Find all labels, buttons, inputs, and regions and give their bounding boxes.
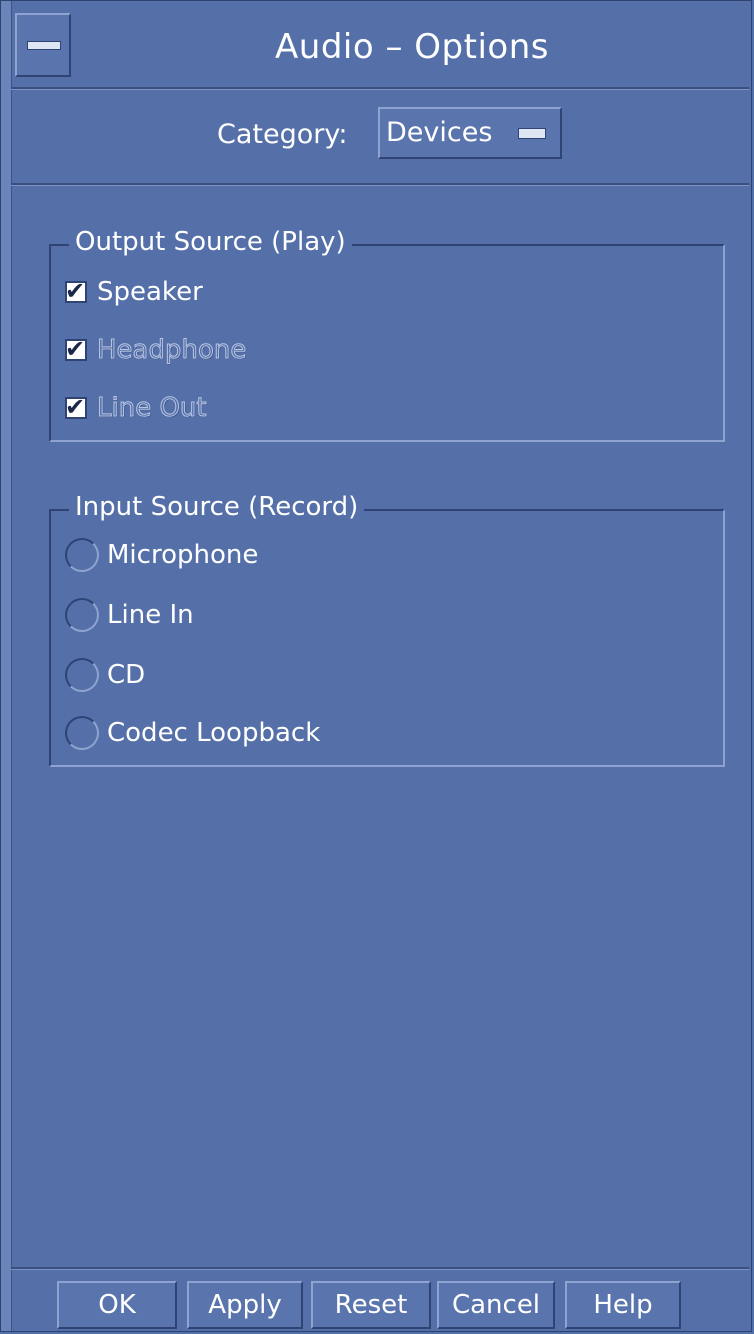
category-option-menu[interactable]: Devices <box>378 107 562 159</box>
option-menu-indicator-icon <box>518 128 546 139</box>
speaker-label: Speaker <box>97 277 203 307</box>
checkmark-icon: ✔ <box>65 277 86 305</box>
output-source-group: Output Source (Play) ✔ Speaker ✔ Headpho… <box>49 222 725 442</box>
line-out-checkbox-row[interactable]: ✔ Line Out <box>65 388 207 428</box>
reset-button[interactable]: Reset <box>311 1281 431 1329</box>
output-source-title: Output Source (Play) <box>69 222 352 262</box>
category-row: Category: Devices <box>11 89 749 185</box>
cancel-button[interactable]: Cancel <box>437 1281 555 1329</box>
category-label: Category: <box>217 119 348 150</box>
codec-loopback-radio-row[interactable]: Codec Loopback <box>65 713 320 753</box>
speaker-checkbox[interactable]: ✔ <box>65 277 87 305</box>
category-selected-value: Devices <box>386 117 493 148</box>
codec-loopback-radio[interactable] <box>65 716 99 750</box>
checkmark-icon: ✔ <box>65 335 86 363</box>
line-out-checkbox[interactable]: ✔ <box>65 393 87 421</box>
input-source-title: Input Source (Record) <box>69 487 365 527</box>
help-button[interactable]: Help <box>565 1281 681 1329</box>
ok-button[interactable]: OK <box>57 1281 177 1329</box>
line-in-radio[interactable] <box>65 598 99 632</box>
action-area-separator <box>11 1267 749 1269</box>
window-title: Audio – Options <box>275 27 549 67</box>
headphone-checkbox[interactable]: ✔ <box>65 335 87 363</box>
codec-loopback-label: Codec Loopback <box>107 718 321 748</box>
headphone-label: Headphone <box>96 335 247 366</box>
line-in-radio-row[interactable]: Line In <box>65 595 194 635</box>
title-bar[interactable]: Audio – Options <box>11 7 749 89</box>
line-in-label: Line In <box>107 600 194 630</box>
apply-button[interactable]: Apply <box>187 1281 303 1329</box>
window-menu-icon <box>27 41 61 50</box>
microphone-radio-row[interactable]: Microphone <box>65 535 258 575</box>
input-source-group: Input Source (Record) Microphone Line In… <box>49 487 725 767</box>
speaker-checkbox-row[interactable]: ✔ Speaker <box>65 272 203 312</box>
audio-options-window: Audio – Options Category: Devices Output… <box>0 0 752 1332</box>
cd-radio-row[interactable]: CD <box>65 655 145 695</box>
microphone-label: Microphone <box>107 540 259 570</box>
window-left-border[interactable] <box>1 1 12 1331</box>
cd-radio[interactable] <box>65 658 99 692</box>
microphone-radio[interactable] <box>65 538 99 572</box>
window-menu-button[interactable] <box>15 13 71 77</box>
headphone-checkbox-row[interactable]: ✔ Headphone <box>65 330 247 370</box>
cd-label: CD <box>107 660 146 690</box>
line-out-label: Line Out <box>97 393 208 424</box>
checkmark-icon: ✔ <box>65 393 86 421</box>
